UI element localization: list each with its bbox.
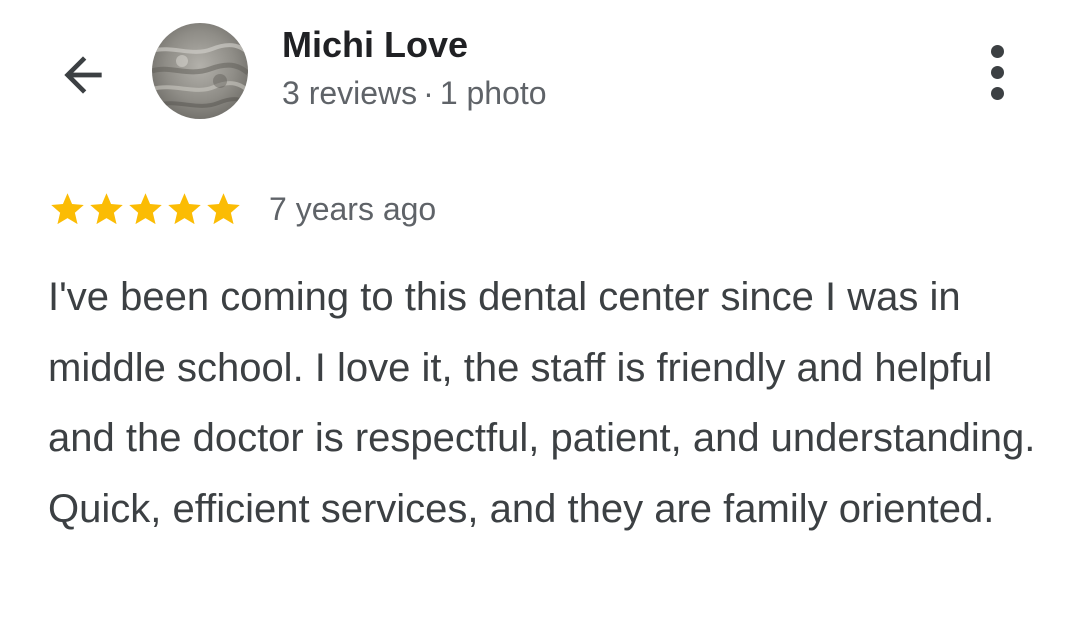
more-vertical-icon-dot xyxy=(990,44,1004,58)
review-header: Michi Love 3 reviews · 1 photo xyxy=(0,0,1080,150)
star-icon xyxy=(51,192,84,224)
star-icon xyxy=(168,192,201,224)
star-icon xyxy=(129,192,162,224)
rating-row: 7 years ago xyxy=(48,186,436,232)
photos-count: 1 photo xyxy=(439,75,547,111)
reviewer-stats: 3 reviews · 1 photo xyxy=(282,72,547,114)
avatar-photo xyxy=(152,23,248,119)
star-icon xyxy=(90,192,123,224)
review-text: I've been coming to this dental center s… xyxy=(48,275,1036,531)
meta-separator: · xyxy=(423,75,434,111)
reviewer-name[interactable]: Michi Love xyxy=(282,22,468,68)
more-options-button[interactable] xyxy=(970,40,1024,104)
star-icon xyxy=(207,192,240,224)
review-time: 7 years ago xyxy=(269,191,437,227)
arrow-back-icon xyxy=(64,56,102,94)
more-vertical-icon-dot xyxy=(990,65,1004,79)
avatar[interactable] xyxy=(152,23,248,119)
more-vertical-icon-dot xyxy=(990,86,1004,100)
back-button[interactable] xyxy=(48,40,118,110)
star-rating xyxy=(48,190,243,229)
reviews-count: 3 reviews xyxy=(282,75,418,111)
